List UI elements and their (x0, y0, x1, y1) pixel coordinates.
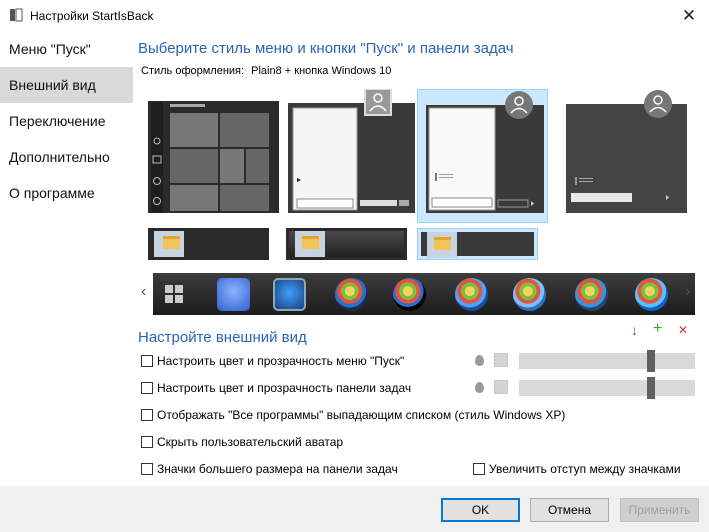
transparency-drop-icon (475, 355, 484, 366)
start-menu-transparency-slider[interactable] (519, 350, 695, 372)
large-taskbar-icons-checkbox[interactable]: Значки большего размера на панели задач (141, 462, 398, 476)
checkbox-label: Скрыть пользовательский аватар (157, 435, 344, 449)
taskbar-transparency-slider[interactable] (519, 377, 695, 399)
sidebar-item-about[interactable]: О программе (0, 175, 133, 211)
windows10-preview-image (148, 101, 279, 213)
plain8-preview-image (426, 91, 544, 213)
orb-bright-button[interactable] (635, 278, 668, 311)
checkbox-box[interactable] (141, 463, 153, 475)
sidebar-item-appearance[interactable]: Внешний вид (0, 67, 133, 103)
appearance-heading: Настройте внешний вид (138, 329, 307, 346)
style-thumbnail-windows10[interactable] (148, 89, 279, 223)
slider-thumb[interactable] (647, 377, 655, 399)
sidebar-item-advanced[interactable]: Дополнительно (0, 139, 133, 175)
style-thumbnail-plain8[interactable] (417, 89, 548, 223)
apply-button[interactable]: Применить (620, 498, 699, 522)
style-label-caption: Стиль оформления: (141, 65, 245, 77)
checkbox-label: Настроить цвет и прозрачность панели зад… (157, 381, 412, 395)
checkbox-label: Увеличить отступ между значками (489, 462, 681, 476)
plain10-preview-image (566, 90, 687, 213)
orb-blue-button[interactable] (455, 278, 488, 311)
taskbar-color-swatch[interactable] (494, 380, 508, 394)
orb-vista-button[interactable] (335, 278, 368, 311)
checkbox-box[interactable] (141, 436, 153, 448)
checkbox-box[interactable] (141, 355, 153, 367)
ok-button[interactable]: OK (441, 498, 520, 522)
remove-icon[interactable]: ✕ (678, 323, 688, 337)
start-menu-color-checkbox[interactable]: Настроить цвет и прозрачность меню "Пуск… (141, 354, 404, 368)
checkbox-label: Значки большего размера на панели задач (157, 462, 398, 476)
orb-glass-button[interactable] (513, 278, 546, 311)
folder-icon (434, 237, 451, 250)
start-button-strip (153, 273, 695, 315)
window-title: Настройки StartIsBack (30, 9, 154, 23)
app-icon (10, 8, 23, 22)
orb-windows10-button[interactable] (273, 278, 306, 311)
windows7-preview-image (288, 88, 415, 213)
style-thumbnail-windows7[interactable] (286, 88, 417, 223)
windows-logo-icon[interactable] (165, 285, 183, 303)
hide-avatar-checkbox[interactable]: Скрыть пользовательский аватар (141, 435, 343, 449)
download-icon[interactable]: ↓ (631, 322, 638, 338)
orbs-scroll-right-button[interactable]: › (685, 283, 690, 301)
add-icon[interactable]: + (653, 320, 662, 338)
checkbox-label: Отображать "Все программы" выпадающим сп… (157, 408, 566, 422)
close-button[interactable]: ✕ (669, 0, 709, 31)
slider-thumb[interactable] (647, 350, 655, 372)
style-label-value: Plain8 + кнопка Windows 10 (251, 65, 392, 77)
dialog-footer: OK Отмена Применить (0, 486, 709, 532)
main-panel: Выберите стиль меню и кнопки "Пуск" и па… (133, 31, 709, 486)
orb-black-button[interactable] (393, 278, 426, 311)
taskbar-thumbnail-3[interactable] (417, 228, 538, 260)
all-programs-dropdown-checkbox[interactable]: Отображать "Все программы" выпадающим сп… (141, 408, 565, 422)
title-bar: Настройки StartIsBack ✕ (0, 0, 709, 31)
transparency-drop-icon (475, 382, 484, 393)
close-icon: ✕ (681, 5, 697, 25)
taskbar-thumbnail-1[interactable] (148, 228, 269, 260)
checkbox-box[interactable] (141, 382, 153, 394)
start-menu-color-swatch[interactable] (494, 353, 508, 367)
icon-spacing-checkbox[interactable]: Увеличить отступ между значками (473, 462, 681, 476)
cancel-button[interactable]: Отмена (530, 498, 609, 522)
folder-icon (163, 236, 180, 249)
taskbar-color-checkbox[interactable]: Настроить цвет и прозрачность панели зад… (141, 381, 411, 395)
orb-windows8-button[interactable] (217, 278, 250, 311)
style-label: Стиль оформления: Plain8 + кнопка Window… (141, 65, 391, 77)
taskbar-thumbnail-2[interactable] (286, 228, 407, 260)
checkbox-box[interactable] (473, 463, 485, 475)
page-heading: Выберите стиль меню и кнопки "Пуск" и па… (138, 40, 514, 57)
sidebar: Меню "Пуск" Внешний вид Переключение Доп… (0, 31, 133, 486)
orbs-scroll-left-button[interactable]: ‹ (141, 283, 146, 301)
checkbox-box[interactable] (141, 409, 153, 421)
style-thumbnail-plain10[interactable] (565, 89, 696, 223)
sidebar-item-start-menu[interactable]: Меню "Пуск" (0, 31, 133, 67)
checkbox-label: Настроить цвет и прозрачность меню "Пуск… (157, 354, 405, 368)
orb-classic-button[interactable] (575, 278, 608, 311)
sidebar-item-switching[interactable]: Переключение (0, 103, 133, 139)
folder-icon (302, 236, 319, 249)
